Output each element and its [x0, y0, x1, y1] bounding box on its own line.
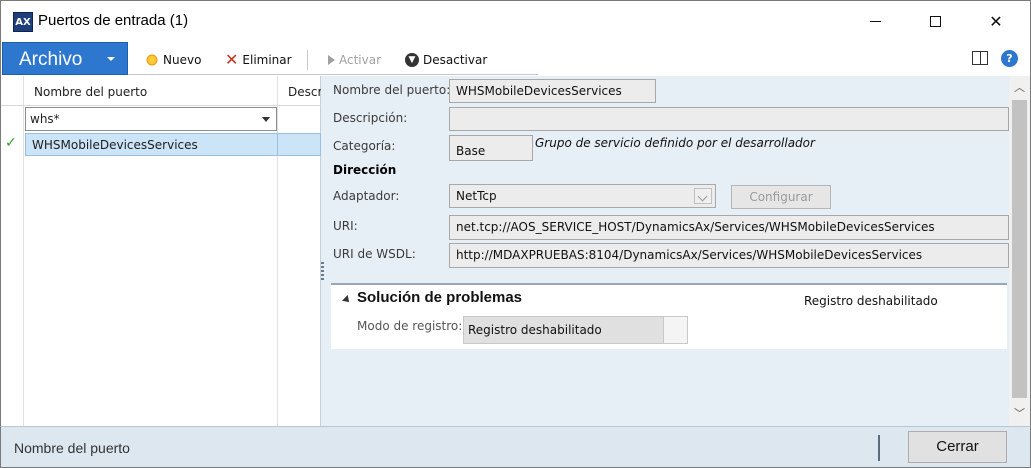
close-button[interactable]: Cerrar — [908, 431, 1007, 463]
port-name-label: Nombre del puerto: — [333, 83, 451, 97]
activate-button-label: Activar — [339, 53, 382, 67]
grid-header: Nombre del puerto Descr — [1, 76, 321, 106]
status-bar: Nombre del puerto Cerrar — [0, 426, 1031, 468]
row-indicator-column — [1, 76, 24, 426]
collapse-triangle-icon[interactable] — [342, 295, 352, 305]
scroll-thumb[interactable] — [1012, 100, 1027, 398]
help-icon[interactable]: ? — [1001, 50, 1018, 67]
log-mode-select[interactable]: Registro deshabilitado — [463, 316, 688, 344]
port-name-filter[interactable]: whs* — [25, 107, 277, 131]
scroll-down-icon[interactable]: ﹀ — [1009, 404, 1030, 424]
filter-value: whs* — [30, 112, 60, 126]
new-icon — [145, 53, 159, 67]
window-title: Puertos de entrada (1) — [38, 12, 189, 29]
column-header-description[interactable]: Descr — [288, 85, 321, 99]
troubleshooting-section: Solución de problemas Registro deshabili… — [331, 283, 1007, 349]
deactivate-button-label: Desactivar — [423, 53, 488, 67]
new-button[interactable]: Nuevo — [145, 50, 201, 70]
log-mode-value: Registro deshabilitado — [468, 323, 602, 337]
status-divider — [878, 435, 880, 461]
uri-field[interactable]: net.tcp://AOS_SERVICE_HOST/DynamicsAx/Se… — [449, 215, 1009, 240]
category-note: Grupo de servicio definido por el desarr… — [535, 136, 815, 150]
category-label: Categoría: — [333, 139, 396, 153]
activate-button[interactable]: Activar — [328, 50, 381, 70]
pane-splitter-handle[interactable] — [321, 262, 324, 282]
close-icon: ✕ — [989, 11, 1003, 31]
adapter-value: NetTcp — [456, 189, 497, 203]
maximize-button[interactable] — [912, 5, 958, 37]
book-icon[interactable] — [972, 51, 988, 65]
minimize-icon — [869, 20, 881, 22]
troubleshooting-summary: Registro deshabilitado — [804, 294, 938, 308]
deactivate-icon: ▼ — [405, 53, 419, 67]
cell-divider — [277, 134, 278, 155]
file-menu-button[interactable]: Archivo — [2, 42, 128, 75]
delete-icon: ✕ — [225, 50, 239, 69]
select-stub[interactable] — [663, 317, 687, 343]
log-mode-label: Modo de registro: — [357, 319, 463, 333]
address-heading: Dirección — [333, 163, 397, 177]
toolbar-separator — [307, 50, 308, 70]
column-divider[interactable] — [277, 76, 278, 426]
troubleshooting-title[interactable]: Solución de problemas — [357, 289, 522, 306]
status-text: Nombre del puerto — [14, 440, 130, 456]
maximize-icon — [929, 15, 941, 27]
configure-button[interactable]: Configurar — [731, 185, 831, 209]
delete-button[interactable]: ✕ Eliminar — [225, 50, 292, 70]
column-header-port-name[interactable]: Nombre del puerto — [34, 85, 147, 99]
chevron-down-icon[interactable] — [694, 188, 712, 204]
port-name-field[interactable]: WHSMobileDevicesServices — [449, 79, 656, 103]
chevron-down-icon — [107, 57, 115, 61]
file-menu-label: Archivo — [19, 49, 83, 70]
description-field[interactable] — [449, 107, 1009, 131]
deactivate-button[interactable]: ▼ Desactivar — [405, 50, 487, 70]
chevron-down-icon[interactable] — [262, 117, 270, 122]
uri-label: URI: — [333, 219, 358, 233]
table-row[interactable]: WHSMobileDevicesServices — [25, 133, 321, 156]
ribbon-divider — [128, 74, 538, 75]
checkmark-icon: ✓ — [5, 135, 17, 151]
delete-button-label: Eliminar — [242, 53, 292, 67]
port-name-cell: WHSMobileDevicesServices — [32, 138, 198, 152]
ribbon-toolbar: Archivo Nuevo ✕ Eliminar Activar ▼ Desac… — [0, 42, 1031, 76]
new-button-label: Nuevo — [163, 53, 202, 67]
vertical-scrollbar[interactable]: ︿ ﹀ — [1009, 76, 1030, 426]
adapter-select[interactable]: NetTcp — [449, 184, 716, 208]
wsdl-field[interactable]: http://MDAXPRUEBAS:8104/DynamicsAx/Servi… — [449, 243, 1009, 268]
description-label: Descripción: — [333, 111, 408, 125]
minimize-button[interactable] — [852, 5, 898, 37]
close-window-button[interactable]: ✕ — [973, 5, 1019, 37]
play-icon — [328, 55, 335, 65]
category-field[interactable]: Base — [449, 135, 533, 161]
app-icon: AX — [13, 12, 33, 32]
ports-grid: Nombre del puerto Descr whs* ✓ WHSMobile… — [0, 76, 321, 426]
wsdl-label: URI de WSDL: — [333, 247, 416, 261]
adapter-label: Adaptador: — [333, 189, 400, 203]
detail-pane: Nombre del puerto: WHSMobileDevicesServi… — [321, 76, 1031, 426]
scroll-up-icon[interactable]: ︿ — [1009, 78, 1030, 98]
title-bar: AX Puertos de entrada (1) ✕ — [0, 0, 1031, 42]
